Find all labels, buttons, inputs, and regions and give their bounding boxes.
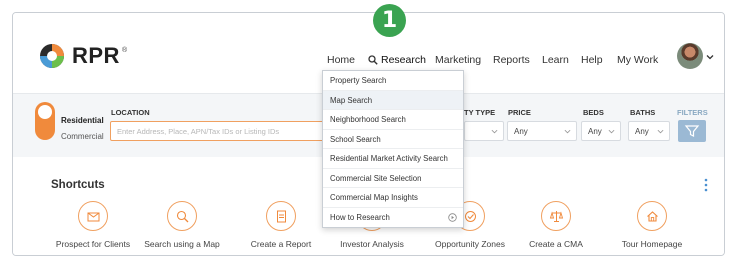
menu-item-map-search[interactable]: Map Search <box>323 90 463 110</box>
location-search-input[interactable]: Enter Address, Place, APN/Tax IDs or Lis… <box>110 121 324 141</box>
nav-home[interactable]: Home <box>327 54 355 66</box>
menu-item-residential-market-activity-search[interactable]: Residential Market Activity Search <box>323 149 463 169</box>
chevron-down-icon <box>564 129 571 134</box>
logo-text: RPR <box>72 43 120 68</box>
app-window: RPR ® Home Research Marketing Reports Le… <box>12 12 725 256</box>
chevron-down-icon <box>608 129 615 134</box>
logo-trademark: ® <box>121 46 128 54</box>
nav-marketing[interactable]: Marketing <box>435 54 481 66</box>
shortcuts-title: Shortcuts <box>51 179 105 191</box>
property-type-select[interactable] <box>464 121 504 141</box>
shortcut-tour-homepage[interactable]: Tour Homepage <box>597 201 707 249</box>
baths-value: Any <box>635 127 649 136</box>
baths-label: BATHS <box>630 108 656 117</box>
rpr-logo[interactable]: RPR ® <box>39 43 127 69</box>
filters-button[interactable] <box>678 120 706 142</box>
user-avatar[interactable] <box>677 43 703 69</box>
search-icon <box>368 55 378 65</box>
price-value: Any <box>514 127 528 136</box>
menu-item-property-search[interactable]: Property Search <box>323 71 463 91</box>
commercial-label[interactable]: Commercial <box>61 132 104 141</box>
more-vertical-icon[interactable] <box>703 177 709 193</box>
nav-help[interactable]: Help <box>581 54 603 66</box>
rpr-logo-icon <box>40 44 64 68</box>
nav-research[interactable]: Research <box>368 54 426 66</box>
shortcut-label: Search using a Map <box>144 239 220 249</box>
shortcut-search-using-a-map[interactable]: Search using a Map <box>127 201 237 249</box>
menu-item-neighborhood-search[interactable]: Neighborhood Search <box>323 110 463 130</box>
shortcut-create-a-cma[interactable]: Create a CMA <box>501 201 611 249</box>
prospect-icon <box>78 201 108 231</box>
beds-value: Any <box>588 127 602 136</box>
filters-label: FILTERS <box>677 108 708 117</box>
menu-item-school-search[interactable]: School Search <box>323 130 463 149</box>
menu-item-commercial-site-selection[interactable]: Commercial Site Selection <box>323 169 463 188</box>
toggle-knob <box>38 105 52 119</box>
nav-research-label: Research <box>381 54 426 66</box>
chevron-down-icon <box>491 129 498 134</box>
property-type-label: TY TYPE <box>464 108 496 117</box>
home-icon <box>637 201 667 231</box>
report-icon <box>266 201 296 231</box>
cma-scale-icon <box>541 201 571 231</box>
baths-select[interactable]: Any <box>628 121 670 141</box>
chevron-down-icon[interactable] <box>706 53 714 61</box>
property-class-toggle[interactable] <box>35 102 55 140</box>
shortcut-label: Investor Analysis <box>340 239 404 249</box>
menu-item-label: How to Research <box>330 212 390 222</box>
filter-funnel-icon <box>684 125 700 137</box>
shortcut-label: Tour Homepage <box>621 239 683 249</box>
step-badge: 1 <box>373 4 406 37</box>
price-select[interactable]: Any <box>507 121 577 141</box>
nav-my-work[interactable]: My Work <box>617 54 658 66</box>
menu-item-how-to-research[interactable]: How to Research <box>323 208 463 228</box>
play-circle-icon <box>448 212 457 222</box>
beds-label: BEDS <box>583 108 604 117</box>
nav-reports[interactable]: Reports <box>493 54 530 66</box>
residential-label[interactable]: Residential <box>61 116 104 125</box>
price-label: PRICE <box>508 108 531 117</box>
shortcut-label: Create a CMA <box>529 239 583 249</box>
menu-item-commercial-map-insights[interactable]: Commercial Map Insights <box>323 188 463 208</box>
research-dropdown-menu: Property Search Map Search Neighborhood … <box>322 70 464 228</box>
nav-learn[interactable]: Learn <box>542 54 569 66</box>
chevron-down-icon <box>657 129 664 134</box>
location-label: LOCATION <box>111 108 150 117</box>
beds-select[interactable]: Any <box>581 121 621 141</box>
map-search-icon <box>167 201 197 231</box>
